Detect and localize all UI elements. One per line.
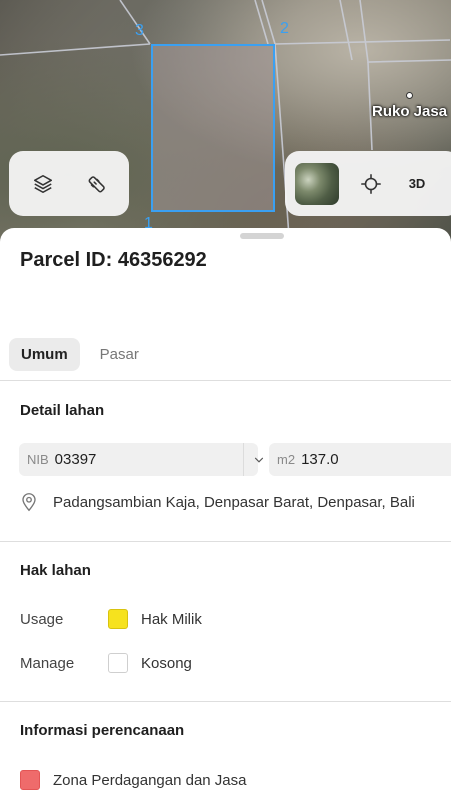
- vertex-label: 2: [280, 20, 289, 37]
- parcel-detail-sheet: Parcel ID: 46356292 Umum Pasar Detail la…: [0, 228, 451, 804]
- manage-label: Manage: [20, 654, 75, 672]
- zone-color-swatch: [20, 770, 40, 790]
- crosshair-icon[interactable]: [357, 170, 385, 198]
- map-view-panel: 3D: [285, 151, 451, 216]
- zone-label: Zona Perdagangan dan Jasa: [53, 771, 247, 789]
- map-view[interactable]: 3 2 1 Ruko Jasa 3D: [0, 0, 451, 250]
- dropdown-separator: [243, 443, 244, 476]
- map-tools-panel: [9, 151, 129, 216]
- manage-color-swatch: [108, 653, 128, 673]
- usage-value: Hak Milik: [141, 610, 202, 628]
- poi-marker[interactable]: Ruko Jasa: [372, 92, 447, 120]
- section-title-planning: Informasi perencanaan: [20, 722, 185, 739]
- poi-label: Ruko Jasa: [372, 103, 448, 120]
- parcel-title: Parcel ID: 46356292: [20, 249, 207, 271]
- divider: [0, 701, 451, 702]
- address-text: Padangsambian Kaja, Denpasar Barat, Denp…: [53, 493, 415, 511]
- sheet-drag-handle[interactable]: [240, 233, 284, 239]
- usage-row: Usage Hak Milik: [20, 609, 202, 629]
- divider: [0, 541, 451, 542]
- vertex-label: 3: [135, 22, 144, 39]
- section-title-detail: Detail lahan: [20, 402, 105, 419]
- area-label: m2: [277, 452, 296, 467]
- area-field: m2 137.0: [269, 443, 451, 476]
- address-row: Padangsambian Kaja, Denpasar Barat, Denp…: [20, 492, 415, 512]
- manage-row: Manage Kosong: [20, 653, 192, 673]
- nib-value: 03397: [54, 451, 97, 468]
- satellite-layer-thumbnail[interactable]: [295, 162, 339, 205]
- area-value: 137.0: [301, 451, 339, 468]
- section-title-hak: Hak lahan: [20, 562, 91, 579]
- tab-pasar[interactable]: Pasar: [88, 338, 151, 371]
- selected-parcel[interactable]: [151, 44, 275, 212]
- zone-row: Zona Perdagangan dan Jasa: [20, 770, 246, 790]
- usage-color-swatch: [108, 609, 128, 629]
- nib-dropdown[interactable]: NIB 03397: [19, 443, 264, 476]
- usage-label: Usage: [20, 610, 64, 628]
- divider: [0, 380, 451, 381]
- nib-label: NIB: [27, 452, 49, 467]
- poi-dot: [406, 92, 414, 99]
- location-pin-icon: [22, 493, 36, 512]
- tab-umum[interactable]: Umum: [9, 338, 80, 371]
- tab-bar: Umum Pasar: [9, 338, 151, 371]
- measure-icon[interactable]: [83, 170, 111, 198]
- layers-icon[interactable]: [29, 170, 57, 198]
- manage-value: Kosong: [141, 654, 192, 672]
- 3d-toggle-button[interactable]: 3D: [403, 170, 431, 198]
- chevron-down-icon[interactable]: [252, 453, 266, 467]
